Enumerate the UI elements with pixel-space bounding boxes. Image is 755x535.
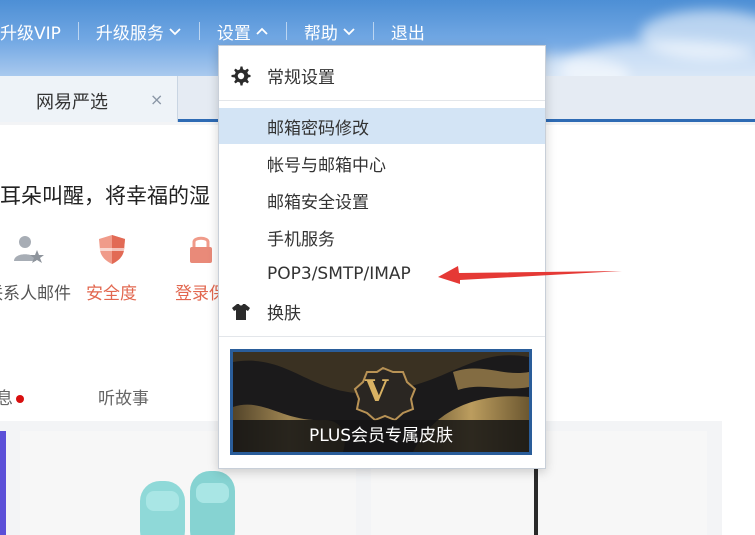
tshirt-icon [232, 304, 250, 320]
section-tab-stories[interactable]: 听故事 [98, 384, 149, 409]
close-icon[interactable]: × [150, 90, 163, 109]
quick-action-contacts[interactable]: 联系人邮件 [0, 233, 71, 304]
menu-item-mobile-service-label: 手机服务 [267, 229, 335, 250]
unread-dot [16, 395, 24, 403]
nav-settings-label: 设置 [216, 23, 251, 44]
vip-badge-letter: V [365, 374, 389, 409]
menu-item-skin[interactable]: 换肤 [219, 293, 545, 329]
section-tab-news-label: 息 [0, 389, 13, 409]
menu-item-general-settings-label: 常规设置 [267, 67, 335, 88]
banner-caption: PLUS会员专属皮肤 [233, 420, 529, 452]
settings-dropdown-menu: 常规设置 邮箱密码修改 帐号与邮箱中心 邮箱安全设置 手机服务 POP3/SMT… [218, 45, 546, 469]
menu-divider [219, 100, 545, 101]
nav-help[interactable]: 帮助 [287, 19, 373, 44]
quick-action-security-label: 安全度 [86, 284, 137, 304]
nav-logout-label: 退出 [390, 23, 425, 44]
greeting-text: 耳朵叫醒，将幸福的湿 [0, 184, 210, 208]
menu-item-pop3-smtp-imap-label: POP3/SMTP/IMAP [267, 264, 411, 284]
nav-upgrade-vip[interactable]: 升级VIP [0, 19, 78, 44]
card-edge [0, 431, 6, 535]
menu-item-skin-label: 换肤 [267, 303, 301, 324]
shield-icon [98, 235, 125, 264]
menu-item-account-center[interactable]: 帐号与邮箱中心 [219, 145, 545, 181]
lock-icon [189, 236, 212, 263]
quick-action-security[interactable]: 安全度 [86, 233, 137, 304]
annotation-arrow-icon [438, 266, 622, 284]
tab-yanxuan[interactable]: 网易严选 × [0, 76, 178, 122]
menu-item-mobile-service[interactable]: 手机服务 [219, 219, 545, 255]
chevron-down-icon [343, 28, 355, 36]
menu-item-account-center-label: 帐号与邮箱中心 [267, 155, 386, 176]
contacts-star-icon [13, 236, 44, 263]
chevron-down-icon [169, 28, 181, 36]
menu-divider [219, 336, 545, 337]
menu-item-security-settings[interactable]: 邮箱安全设置 [219, 182, 545, 218]
nav-upgrade-vip-label: 升级VIP [0, 23, 61, 44]
menu-item-password-change-label: 邮箱密码修改 [267, 118, 369, 139]
menu-item-security-settings-label: 邮箱安全设置 [267, 192, 369, 213]
nav-upgrade-service[interactable]: 升级服务 [79, 19, 199, 44]
menu-item-general-settings[interactable]: 常规设置 [219, 57, 545, 93]
plus-skin-banner[interactable]: V PLUS会员专属皮肤 [230, 349, 532, 455]
gear-icon [231, 66, 251, 86]
nav-logout[interactable]: 退出 [374, 19, 442, 44]
slipper-image [140, 471, 235, 535]
chevron-up-icon [256, 27, 268, 35]
nav-upgrade-service-label: 升级服务 [95, 23, 164, 44]
nav-help-label: 帮助 [303, 23, 338, 44]
section-tab-news[interactable]: 息 [0, 384, 24, 409]
nav-settings[interactable]: 设置 [200, 19, 286, 44]
tab-yanxuan-label: 网易严选 [36, 92, 108, 113]
quick-action-contacts-label: 联系人邮件 [0, 284, 71, 304]
menu-item-password-change[interactable]: 邮箱密码修改 [219, 108, 545, 144]
